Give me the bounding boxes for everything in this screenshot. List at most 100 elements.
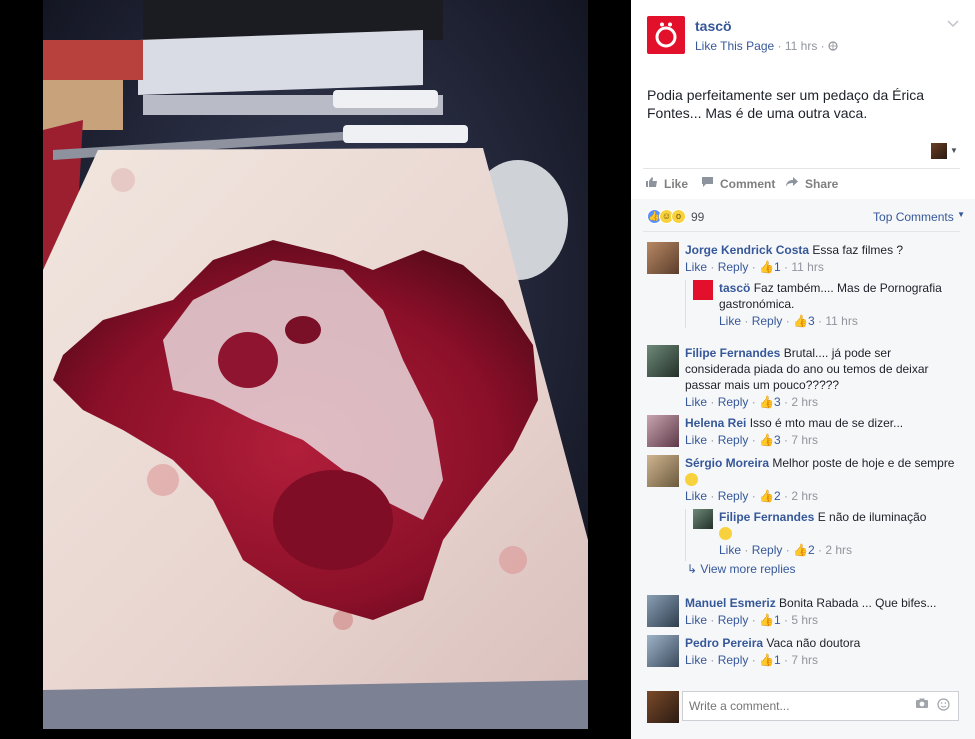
caret-down-icon[interactable]: ▼	[950, 146, 958, 155]
tasco-logo-icon[interactable]	[647, 16, 685, 54]
grin-emoji-icon	[685, 473, 698, 487]
share-button[interactable]: Share	[785, 176, 838, 191]
comment-like-count[interactable]: 1	[774, 260, 781, 274]
comment-like-count[interactable]: 2	[774, 489, 781, 503]
comment-reply-link[interactable]: Reply	[752, 314, 783, 328]
comment-reply-link[interactable]: Reply	[718, 613, 749, 627]
comment-like-link[interactable]: Like	[719, 314, 741, 328]
expressionless-emoji-icon	[719, 527, 732, 541]
reactions-summary[interactable]: 👍 ☺ o 99	[647, 209, 704, 224]
comment-body: tascö Faz também.... Mas de Pornografia …	[719, 280, 959, 312]
comment-text: Faz também.... Mas de Pornografia gastro…	[719, 281, 942, 311]
comment-text: Vaca não doutora	[766, 636, 861, 650]
viewer-avatar	[647, 691, 679, 723]
share-label: Share	[805, 176, 839, 191]
top-comments-label: Top Comments	[873, 210, 954, 224]
globe-icon	[828, 39, 838, 53]
avatar[interactable]	[693, 509, 713, 529]
thumbs-up-icon: 👍	[759, 433, 774, 447]
comment-reply-link[interactable]: Reply	[718, 433, 749, 447]
wow-reaction-icon: o	[671, 209, 686, 224]
comment-time[interactable]: 2 hrs	[825, 543, 852, 557]
chevron-down-icon[interactable]	[947, 16, 959, 31]
avatar[interactable]	[647, 595, 679, 627]
top-comments-dropdown[interactable]: Top Comments ▼	[873, 210, 965, 224]
comment-reply-link[interactable]: Reply	[718, 653, 749, 667]
reply-arrow-icon: ↳	[687, 562, 698, 576]
comment-reply-link[interactable]: Reply	[718, 489, 749, 503]
comment-reply-link[interactable]: Reply	[718, 395, 749, 409]
commenter-name[interactable]: Helena Rei	[685, 416, 746, 430]
comment-like-count[interactable]: 3	[774, 395, 781, 409]
comment-body: Pedro Pereira Vaca não doutora	[685, 635, 965, 651]
meta-dot-2: ·	[820, 39, 829, 53]
comment-like-count[interactable]: 3	[774, 433, 781, 447]
view-more-replies-link[interactable]: ↳ View more replies	[687, 562, 796, 576]
comment-actions: Like · Reply · 👍1 · 5 hrs	[685, 613, 819, 627]
commenter-name[interactable]: Filipe Fernandes	[719, 510, 814, 524]
comment-text: Bonita Rabada ... Que bifes...	[779, 596, 937, 610]
comment-body: Manuel Esmeriz Bonita Rabada ... Que bif…	[685, 595, 965, 611]
page-name-link[interactable]: tascö	[695, 18, 732, 34]
thumbs-up-icon: 👍	[759, 395, 774, 409]
comment-like-link[interactable]: Like	[719, 543, 741, 557]
comment-time[interactable]: 7 hrs	[791, 433, 818, 447]
comment-actions: Like · Reply · 👍3 · 7 hrs	[685, 433, 819, 447]
comment-time[interactable]: 11 hrs	[825, 314, 857, 328]
post-time[interactable]: 11 hrs	[785, 39, 817, 53]
view-more-label: View more replies	[700, 562, 796, 576]
comment-like-link[interactable]: Like	[685, 653, 707, 667]
comment-actions: Like · Reply · 👍2 · 2 hrs	[685, 489, 819, 503]
comment-time[interactable]: 7 hrs	[791, 653, 818, 667]
comment-text: Essa faz filmes ?	[812, 243, 904, 257]
commenter-name[interactable]: Manuel Esmeriz	[685, 596, 776, 610]
comment-actions: Like · Reply · 👍2 · 2 hrs	[719, 543, 853, 557]
comment-like-count[interactable]: 1	[774, 613, 781, 627]
comment-time[interactable]: 11 hrs	[791, 260, 823, 274]
comment-actions: Like · Reply · 👍1 · 7 hrs	[685, 653, 819, 667]
comment-like-count[interactable]: 2	[808, 543, 815, 557]
smiley-icon[interactable]	[937, 698, 950, 714]
like-page-link[interactable]: Like This Page	[695, 39, 774, 53]
comment-like-link[interactable]: Like	[685, 395, 707, 409]
avatar[interactable]	[647, 415, 679, 447]
comment-time[interactable]: 2 hrs	[791, 489, 818, 503]
avatar[interactable]	[647, 455, 679, 487]
avatar[interactable]	[647, 345, 679, 377]
post-text: Podia perfeitamente ser um pedaço da Éri…	[647, 87, 925, 121]
photo-pane	[0, 0, 631, 739]
comment-time[interactable]: 5 hrs	[791, 613, 818, 627]
thumbs-up-icon	[645, 176, 658, 191]
comment-like-link[interactable]: Like	[685, 260, 707, 274]
commenter-name[interactable]: Filipe Fernandes	[685, 346, 780, 360]
avatar[interactable]	[647, 635, 679, 667]
comment-time[interactable]: 2 hrs	[791, 395, 818, 409]
commenter-name[interactable]: Sérgio Moreira	[685, 456, 769, 470]
viewer-avatar[interactable]	[931, 143, 947, 159]
comment-button[interactable]: Comment	[701, 176, 775, 191]
comment-like-link[interactable]: Like	[685, 613, 707, 627]
like-label: Like	[664, 176, 689, 191]
comment-like-link[interactable]: Like	[685, 433, 707, 447]
divider	[643, 168, 960, 169]
like-button[interactable]: Like	[645, 176, 688, 191]
comment-like-count[interactable]: 3	[808, 314, 815, 328]
comment-body: Filipe Fernandes Brutal.... já pode ser …	[685, 345, 955, 393]
reply-thread-line	[685, 280, 686, 328]
camera-icon[interactable]	[915, 698, 929, 712]
comment-like-link[interactable]: Like	[685, 489, 707, 503]
comment-reply-link[interactable]: Reply	[752, 543, 783, 557]
comment-body: Filipe Fernandes E não de iluminação	[719, 509, 959, 541]
commenter-name[interactable]: Jorge Kendrick Costa	[685, 243, 809, 257]
comment-like-count[interactable]: 1	[774, 653, 781, 667]
reaction-count: 99	[691, 209, 705, 224]
comment-reply-link[interactable]: Reply	[718, 260, 749, 274]
tasco-logo-icon[interactable]	[693, 280, 713, 300]
avatar[interactable]	[647, 242, 679, 274]
comment-body: Jorge Kendrick Costa Essa faz filmes ?	[685, 242, 965, 258]
commenter-name[interactable]: Pedro Pereira	[685, 636, 763, 650]
commenter-name[interactable]: tascö	[719, 281, 750, 295]
comment-actions: Like · Reply · 👍3 · 2 hrs	[685, 395, 819, 409]
comment-text: Melhor poste de hoje e de sempre	[772, 456, 955, 470]
meat-photo	[43, 0, 588, 729]
